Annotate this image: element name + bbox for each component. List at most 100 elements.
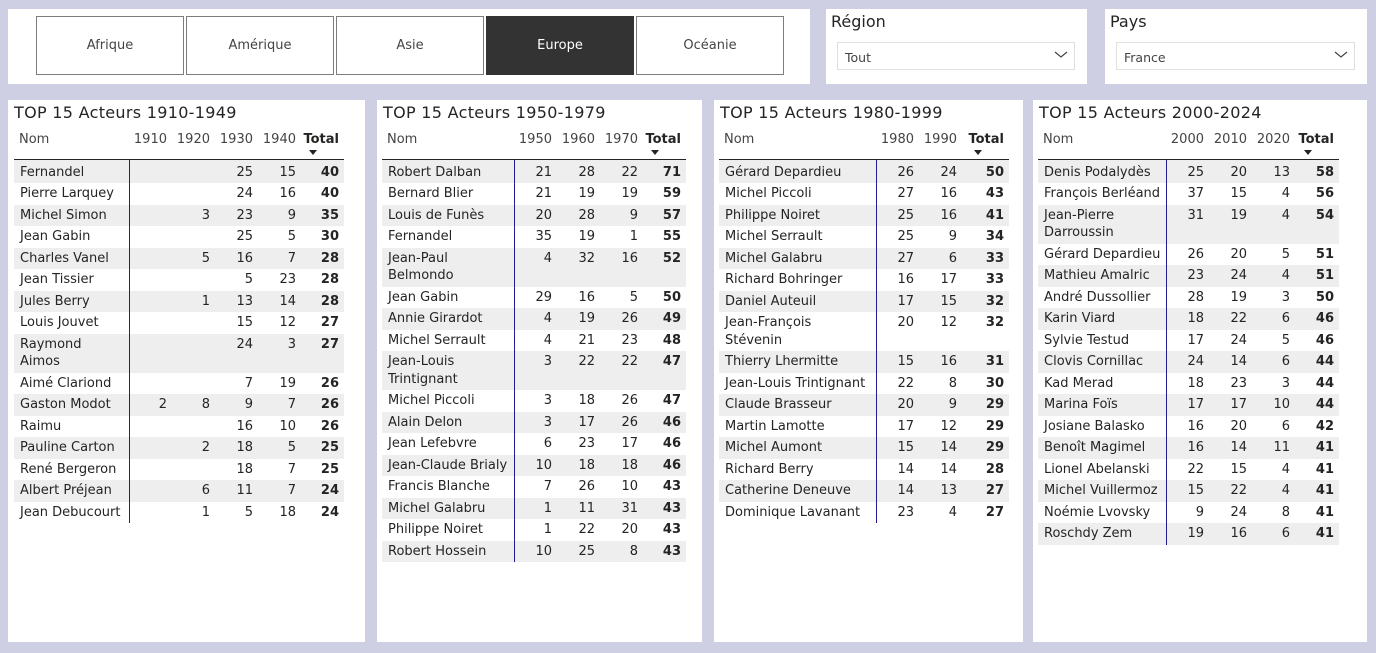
decade-count-cell: 12 [279,315,296,330]
header-row: Nom 2000 2010 2020 Total [1038,126,1339,160]
table-row: Jean Debucourt 1 5 18 24 [14,501,344,523]
region-dropdown[interactable]: Tout [837,42,1075,70]
tab-europe[interactable]: Europe [486,16,634,75]
decade-count-cell: 22 [897,375,914,391]
actor-name-cell: Jean-Claude Brialy [382,454,515,476]
column-header-total[interactable]: Total [301,126,344,160]
actor-name-cell: Jean Lefebvre [382,433,515,455]
tab-oceanie[interactable]: Océanie [636,16,784,75]
column-header-decade[interactable]: 1930 [215,126,258,160]
table-row: Roschdy Zem 19 16 6 41 [1038,523,1339,545]
table-row: Claude Brasseur 20 9 29 [719,394,1009,416]
decade-count-cell: 24 [1230,504,1247,520]
column-header-decade[interactable]: 1950 [514,126,557,160]
actor-name-cell: Jean-Louis Trintignant [719,372,877,394]
decade-count-cell: 22 [1209,480,1252,502]
column-header-decade[interactable]: 1920 [172,126,215,160]
actor-name-cell: Michel Piccoli [382,390,515,412]
table-card-1980-1999: TOP 15 Acteurs 1980-1999 Nom 1980 1990 Tota… [714,100,1023,642]
decade-count-cell: 20 [621,522,638,537]
decade-count-cell: 23 [897,504,914,520]
actors-table: Nom 2000 2010 2020 Total Denis Podalydès 25 20 1… [1038,126,1339,545]
column-header-decade[interactable]: 1990 [919,126,962,160]
column-header-nom[interactable]: Nom [1038,126,1166,160]
decade-count-cell: 16 [919,351,962,373]
decade-count-cell: 15 [1166,480,1209,502]
table-row: Jean-Claude Brialy 10 18 18 46 [382,454,686,476]
decade-count-cell [172,159,215,183]
total-cell: 29 [985,418,1004,434]
table-row: Michel Simon 3 23 9 35 [14,204,344,226]
decade-count-cell [129,183,172,205]
decade-count-cell: 23 [1166,265,1209,287]
decade-count-cell: 14 [897,461,914,477]
region-title: Région [831,12,886,31]
total-cell: 48 [662,332,681,348]
column-header-nom[interactable]: Nom [382,126,514,160]
column-header-decade[interactable]: 2010 [1209,126,1252,160]
decade-count-cell: 11 [215,480,258,502]
decade-count-cell: 4 [514,308,557,330]
decade-count-cell: 14 [1209,437,1252,459]
decade-count-cell: 8 [948,375,957,391]
column-header-nom[interactable]: Nom [719,126,876,160]
decade-count-cell: 10 [514,540,557,562]
decade-count-cell: 27 [897,186,914,201]
total-cell: 41 [1295,523,1339,545]
table-row: Jean Gabin 29 16 5 50 [382,286,686,308]
decade-count-cell: 6 [1252,351,1295,373]
table-row: Philippe Noiret 1 22 20 43 [382,519,686,541]
column-header-decade[interactable]: 2020 [1252,126,1295,160]
decade-count-cell: 3 [1281,375,1290,391]
total-cell: 35 [301,204,344,226]
table-row: Pauline Carton 2 18 5 25 [14,437,344,459]
column-header-decade[interactable]: 1910 [129,126,172,160]
decade-count-cell: 20 [1209,159,1252,183]
column-header-total[interactable]: Total [1295,126,1339,160]
decade-count-cell [172,312,215,334]
actor-name-cell: Louis Jouvet [14,312,130,334]
column-header-decade[interactable]: 1970 [600,126,643,160]
tab-amerique[interactable]: Amérique [186,16,334,75]
actor-name-cell: Clovis Cornillac [1038,351,1167,373]
actor-name-cell: Karin Viard [1038,308,1167,330]
column-header-decade[interactable]: 1980 [876,126,919,160]
decade-count-cell: 31 [1166,204,1209,244]
actor-name-cell: Richard Bohringer [719,269,877,291]
total-cell: 26 [301,394,344,416]
actor-name-cell: Claude Brasseur [719,394,877,416]
table-row: Jules Berry 1 13 14 28 [14,290,344,312]
table-row: Gérard Depardieu 26 20 5 51 [1038,243,1339,265]
total-cell: 41 [1315,461,1334,477]
actors-table: Nom 1910 1920 1930 1940 Total Fernandel 25 15 40 P… [14,126,344,523]
total-cell: 54 [1295,204,1339,244]
table-row: Michel Serrault 25 9 34 [719,226,1009,248]
decade-count-cell: 7 [258,247,301,269]
actor-name-cell: Sylvie Testud [1038,329,1167,351]
decade-count-cell [129,226,172,248]
actors-table: Nom 1950 1960 1970 Total Robert Dalban 21 28 22 7… [382,126,686,562]
decade-count-cell: 20 [514,204,557,226]
decade-count-cell: 20 [897,315,914,330]
column-header-total[interactable]: Total [962,126,1009,160]
decade-count-cell: 18 [1187,375,1204,391]
tab-afrique[interactable]: Afrique [36,16,184,75]
column-header-nom[interactable]: Nom [14,126,129,160]
tab-asie[interactable]: Asie [336,16,484,75]
decade-count-cell: 10 [514,454,557,476]
pays-dropdown[interactable]: France [1116,42,1355,70]
decade-count-cell [129,373,172,395]
column-header-decade[interactable]: 2000 [1166,126,1209,160]
table-row: Daniel Auteuil 17 15 32 [719,290,1009,312]
decade-count-cell [172,459,215,481]
column-header-total[interactable]: Total [643,126,686,160]
table-row: René Bergeron 18 7 25 [14,458,344,481]
table-card-2000-2024: TOP 15 Acteurs 2000-2024 Nom 2000 2010 2020… [1033,100,1367,642]
column-header-decade[interactable]: 1940 [258,126,301,160]
total-cell: 41 [1295,437,1339,459]
decade-count-cell [129,437,172,459]
decade-count-cell: 10 [621,479,638,494]
actor-name-cell: Michel Galabru [719,247,877,269]
header-row: Nom 1980 1990 Total [719,126,1009,160]
column-header-decade[interactable]: 1960 [557,126,600,160]
